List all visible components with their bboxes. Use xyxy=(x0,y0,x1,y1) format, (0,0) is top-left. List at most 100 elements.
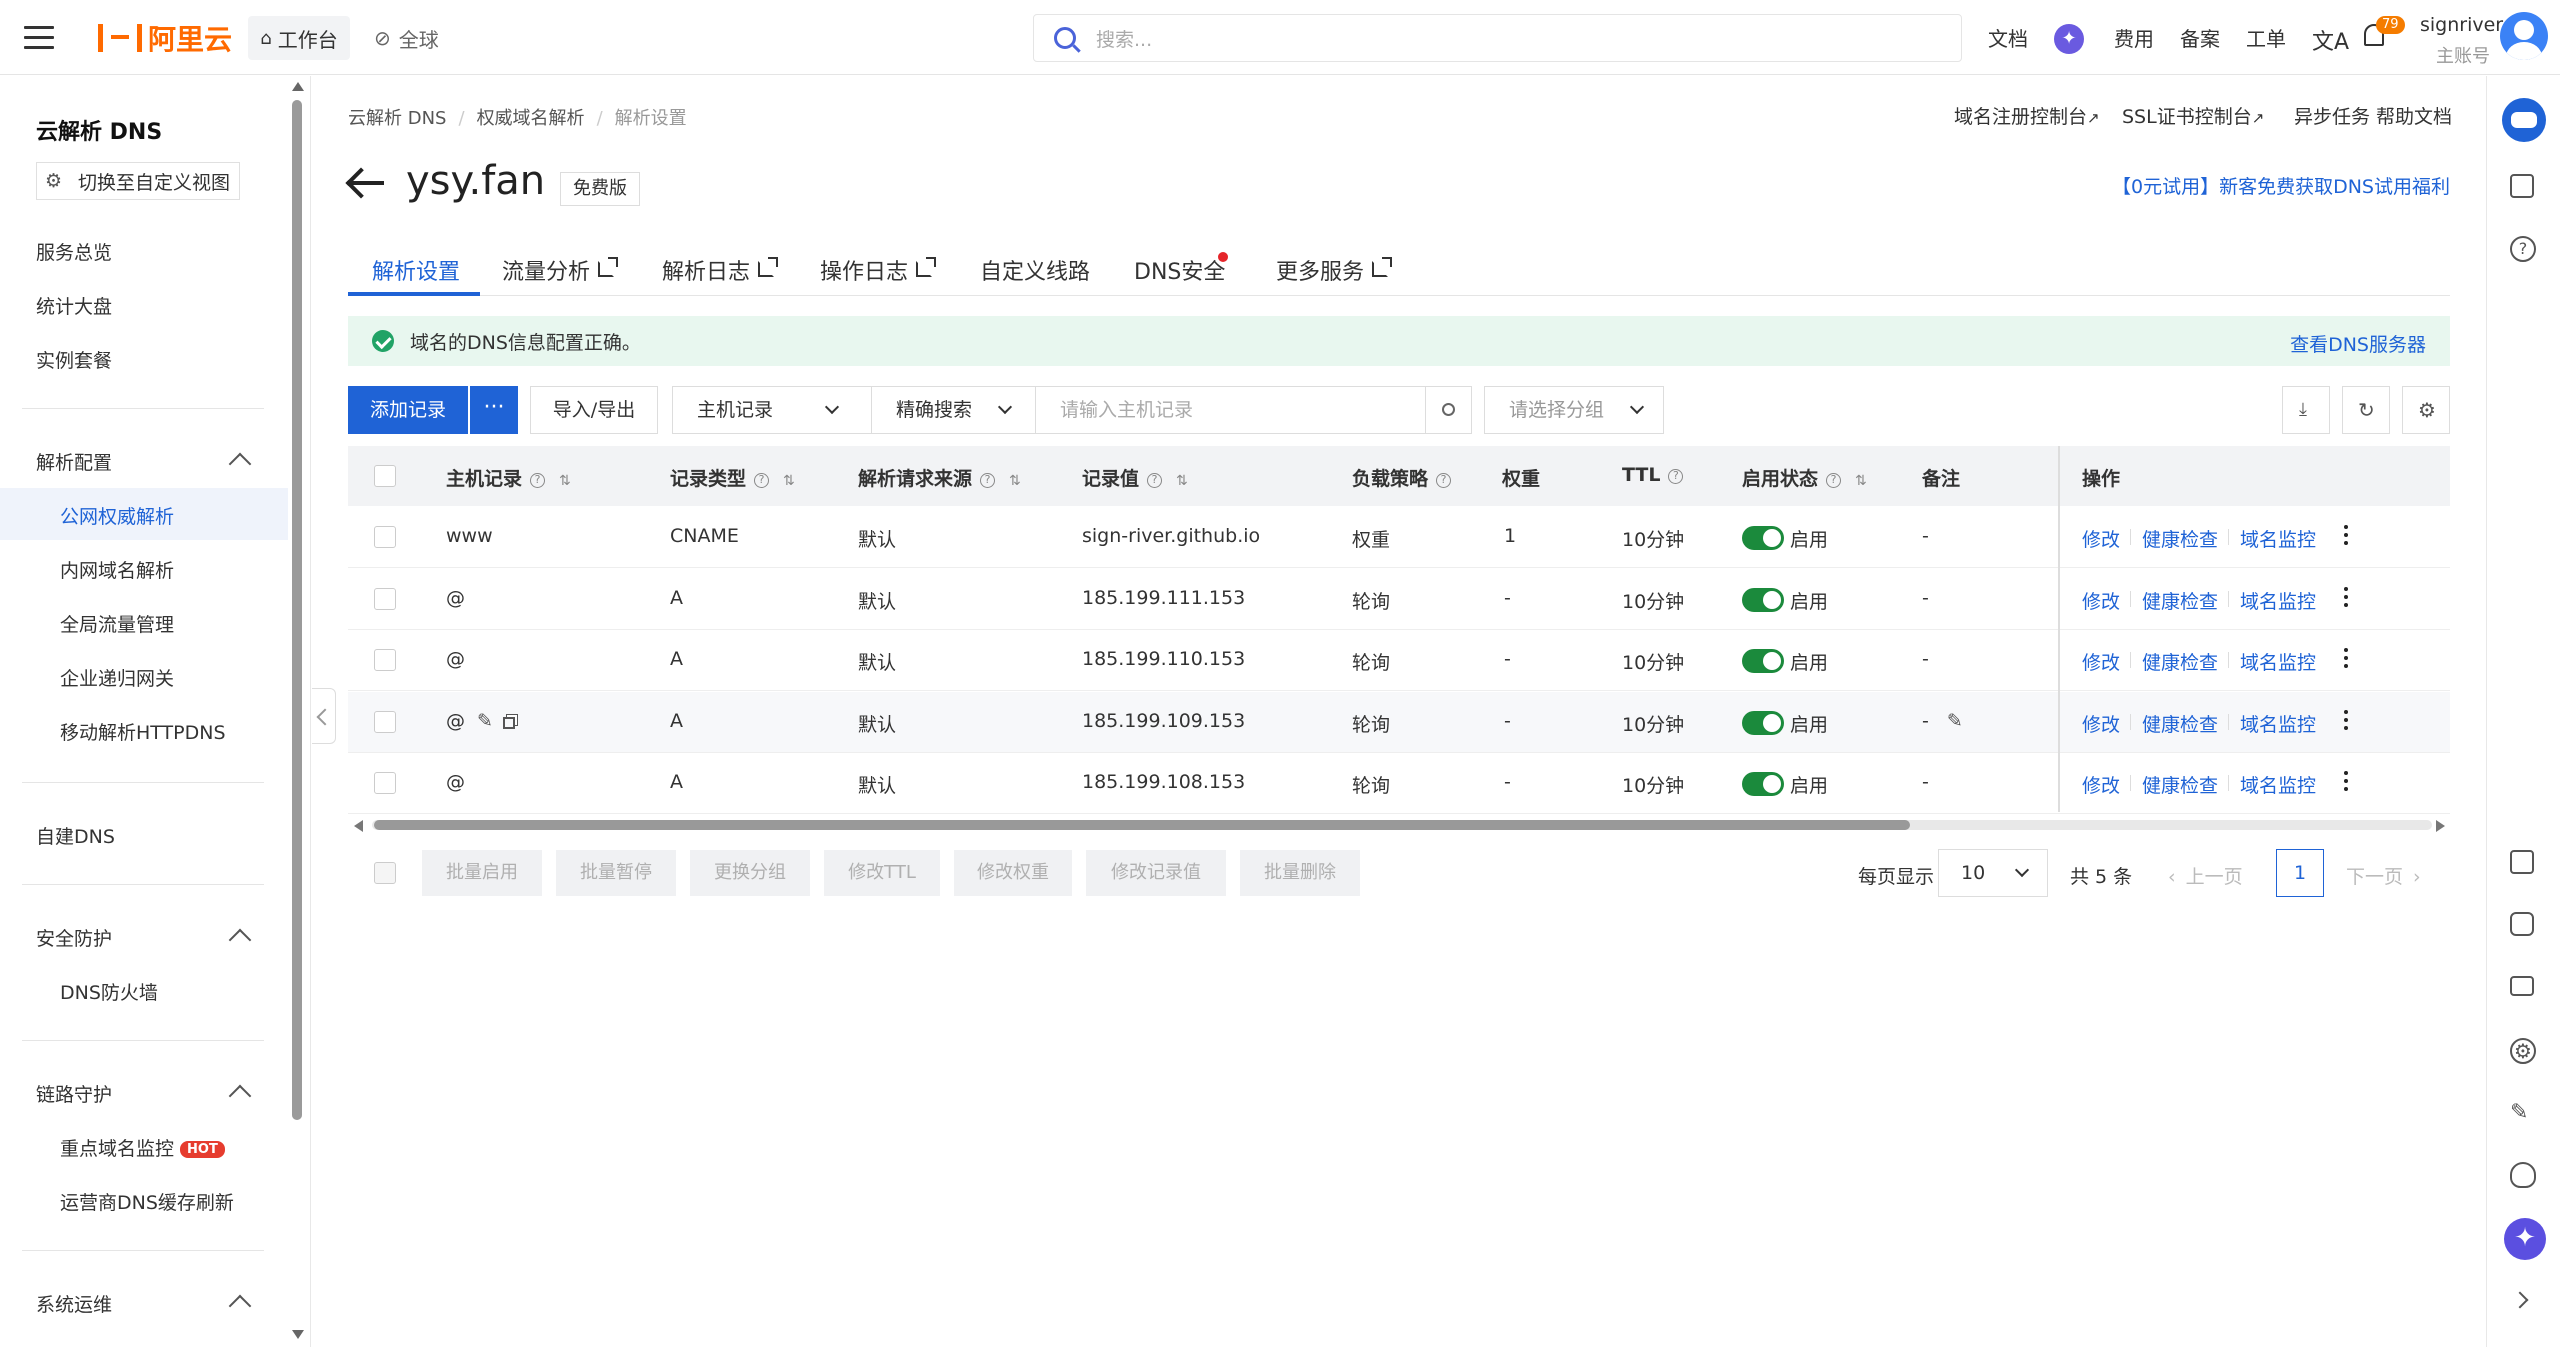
sort-icon[interactable]: ⇅ xyxy=(1855,473,1867,489)
health-check-link[interactable]: 健康检查 xyxy=(2142,587,2218,614)
domain-monitor-link[interactable]: 域名监控 xyxy=(2240,771,2316,798)
status-toggle[interactable] xyxy=(1742,649,1784,673)
docs-link[interactable]: 文档 xyxy=(1988,0,2028,75)
sidebar-item-public-auth[interactable]: 公网权威解析 xyxy=(60,502,174,529)
sidebar-item-recursive-gw[interactable]: 企业递归网关 xyxy=(60,664,174,691)
edit-icon[interactable]: ✎ xyxy=(2510,1100,2538,1128)
chevron-up-icon[interactable] xyxy=(228,452,252,476)
switch-view-button[interactable]: ⚙ 切换至自定义视图 xyxy=(36,162,240,200)
scroll-up-icon[interactable] xyxy=(292,82,304,91)
sidebar-item-plans[interactable]: 实例套餐 xyxy=(36,346,112,373)
status-toggle[interactable] xyxy=(1742,772,1784,796)
sort-icon[interactable]: ⇅ xyxy=(559,473,571,489)
more-options-button[interactable]: ··· xyxy=(470,386,518,434)
global-search-input[interactable]: 搜索... xyxy=(1033,14,1962,62)
edit-link[interactable]: 修改 xyxy=(2082,587,2120,614)
bulk-delete-button[interactable]: 批量删除 xyxy=(1240,850,1360,896)
modify-value-button[interactable]: 修改记录值 xyxy=(1086,850,1226,896)
api-icon[interactable] xyxy=(2510,912,2538,940)
domain-monitor-link[interactable]: 域名监控 xyxy=(2240,525,2316,552)
document-icon[interactable] xyxy=(2510,850,2538,878)
sidebar-scrollbar-thumb[interactable] xyxy=(292,100,302,1120)
avatar[interactable] xyxy=(2500,12,2548,60)
modify-weight-button[interactable]: 修改权重 xyxy=(954,850,1072,896)
collapse-sidebar-button[interactable] xyxy=(312,688,336,744)
scroll-right-icon[interactable] xyxy=(2436,820,2445,832)
scroll-left-icon[interactable] xyxy=(354,820,363,832)
copy-icon[interactable] xyxy=(502,717,515,729)
headset-icon[interactable] xyxy=(2510,1162,2538,1190)
sort-icon[interactable]: ⇅ xyxy=(783,473,795,489)
tab-resolve-log[interactable]: 解析日志 xyxy=(662,254,779,286)
change-group-button[interactable]: 更换分组 xyxy=(690,850,810,896)
global-button[interactable]: ⊘ 全球 xyxy=(374,16,439,60)
bulk-pause-button[interactable]: 批量暂停 xyxy=(556,850,676,896)
tab-more-services[interactable]: 更多服务 xyxy=(1276,254,1393,286)
sidebar-group-link-guard[interactable]: 链路守护 xyxy=(36,1080,112,1107)
language-icon[interactable]: 文A xyxy=(2312,24,2349,56)
view-dns-servers-link[interactable]: 查看DNS服务器 xyxy=(2290,330,2426,357)
ssl-console-link[interactable]: SSL证书控制台↗ xyxy=(2122,102,2264,129)
sidebar-item-overview[interactable]: 服务总览 xyxy=(36,238,112,265)
match-mode-select[interactable]: 精确搜索 xyxy=(872,386,1036,434)
table-settings-button[interactable]: ⚙ xyxy=(2402,386,2450,434)
status-toggle[interactable] xyxy=(1742,588,1784,612)
tab-dns-security[interactable]: DNS安全 xyxy=(1134,254,1225,286)
sidebar-group-resolve-config[interactable]: 解析配置 xyxy=(36,448,112,475)
row-checkbox[interactable] xyxy=(374,588,396,610)
more-vertical-icon[interactable] xyxy=(2344,587,2348,607)
search-button[interactable] xyxy=(1426,386,1472,434)
tab-custom-line[interactable]: 自定义线路 xyxy=(980,254,1090,286)
workbench-button[interactable]: ⌂ 工作台 xyxy=(248,16,350,60)
download-button[interactable]: ⤓ xyxy=(2282,386,2330,434)
bulk-enable-button[interactable]: 批量启用 xyxy=(422,850,542,896)
breadcrumb-item[interactable]: 权威域名解析 xyxy=(477,108,585,129)
breadcrumb-item[interactable]: 云解析 DNS xyxy=(348,108,446,129)
chevron-up-icon[interactable] xyxy=(228,1084,252,1108)
modify-ttl-button[interactable]: 修改TTL xyxy=(824,850,940,896)
field-select[interactable]: 主机记录 xyxy=(672,386,872,434)
promo-link[interactable]: 【0元试用】新客免费获取DNS试用福利 xyxy=(2112,172,2450,199)
sidebar-item-cache-refresh[interactable]: 运营商DNS缓存刷新 xyxy=(60,1188,234,1215)
ai-spark-icon[interactable]: ✦ xyxy=(2504,1218,2546,1260)
edit-link[interactable]: 修改 xyxy=(2082,710,2120,737)
scroll-down-icon[interactable] xyxy=(292,1330,304,1339)
edit-link[interactable]: 修改 xyxy=(2082,771,2120,798)
host-record-search-input[interactable]: 请输入主机记录 xyxy=(1036,386,1426,434)
ticket-link[interactable]: 工单 xyxy=(2246,0,2286,75)
next-page-button[interactable]: 下一页 › xyxy=(2346,862,2421,889)
aliyun-logo[interactable]: 阿里云 xyxy=(98,18,232,58)
sidebar-group-self-dns[interactable]: 自建DNS xyxy=(36,822,115,849)
sort-icon[interactable]: ⇅ xyxy=(1009,473,1021,489)
select-all-checkbox[interactable] xyxy=(374,465,396,487)
help-icon[interactable]: ? xyxy=(2510,236,2538,264)
help-doc-link[interactable]: 帮助文档 xyxy=(2376,102,2452,129)
more-vertical-icon[interactable] xyxy=(2344,771,2348,791)
sidebar-item-dns-firewall[interactable]: DNS防火墙 xyxy=(60,978,158,1005)
import-export-button[interactable]: 导入/导出 xyxy=(530,386,658,434)
status-toggle[interactable] xyxy=(1742,711,1784,735)
group-select[interactable]: 请选择分组 xyxy=(1484,386,1664,434)
menu-icon[interactable] xyxy=(24,26,54,50)
tab-resolve-settings[interactable]: 解析设置 xyxy=(372,254,460,286)
chevron-up-icon[interactable] xyxy=(228,928,252,952)
notes-icon[interactable] xyxy=(2510,174,2538,202)
terminal-icon[interactable] xyxy=(2510,976,2538,1004)
health-check-link[interactable]: 健康检查 xyxy=(2142,648,2218,675)
ai-assistant-icon[interactable]: ✦ xyxy=(2054,24,2084,54)
ai-robot-icon[interactable] xyxy=(2502,98,2546,142)
page-1-button[interactable]: 1 xyxy=(2276,849,2324,897)
more-vertical-icon[interactable] xyxy=(2344,710,2348,730)
sidebar-group-ops[interactable]: 系统运维 xyxy=(36,1290,112,1317)
pencil-icon[interactable]: ✎ xyxy=(477,710,493,732)
more-vertical-icon[interactable] xyxy=(2344,525,2348,545)
sidebar-item-domain-monitor[interactable]: 重点域名监控 HOT xyxy=(60,1134,225,1161)
domain-monitor-link[interactable]: 域名监控 xyxy=(2240,710,2316,737)
billing-link[interactable]: 费用 xyxy=(2114,0,2154,75)
sidebar-item-dashboard[interactable]: 统计大盘 xyxy=(36,292,112,319)
sidebar-item-httpdns[interactable]: 移动解析HTTPDNS xyxy=(60,718,226,745)
chevron-up-icon[interactable] xyxy=(228,1294,252,1318)
pencil-icon[interactable]: ✎ xyxy=(1947,710,1963,732)
edit-link[interactable]: 修改 xyxy=(2082,525,2120,552)
row-checkbox[interactable] xyxy=(374,649,396,671)
